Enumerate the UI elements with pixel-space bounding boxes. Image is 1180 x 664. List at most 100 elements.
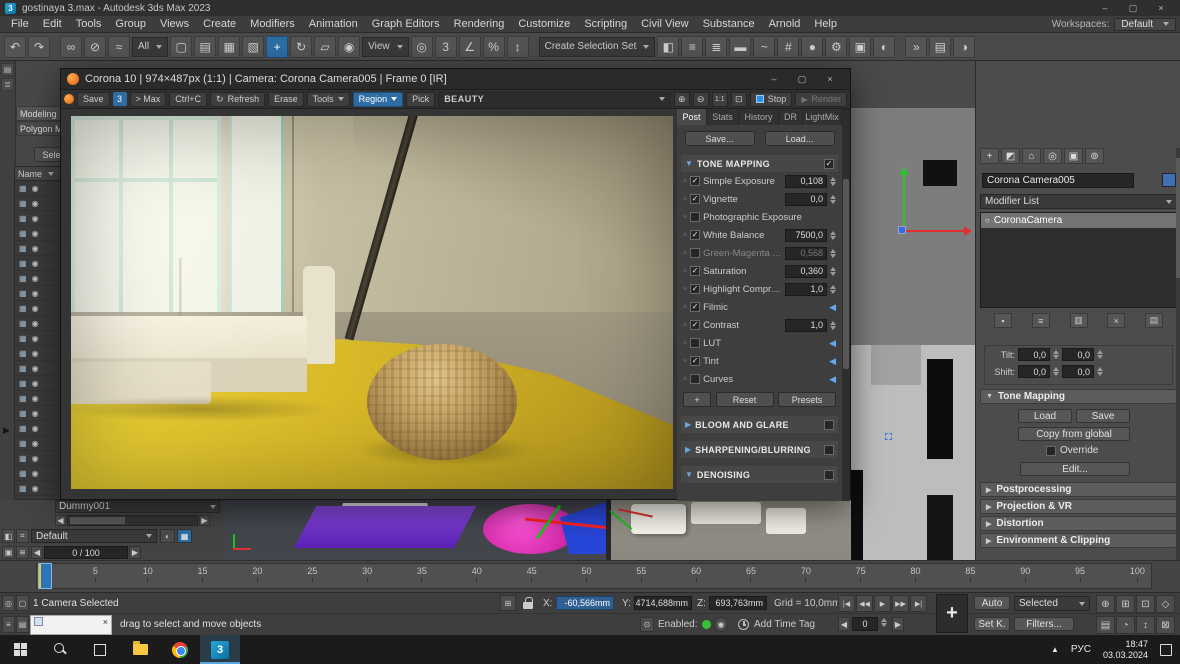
vfb-menu-icon[interactable] <box>64 94 74 104</box>
shift-x-field[interactable]: 0,0 <box>1018 365 1050 378</box>
vfb-history-slot-badge[interactable]: 3 <box>113 92 127 106</box>
scene-explorer-toggle-icon[interactable]: ▤ <box>929 36 951 58</box>
pin-stack-icon[interactable]: ▪ <box>994 313 1012 328</box>
section-checkbox[interactable] <box>824 445 834 455</box>
select-and-place-icon[interactable]: ◉ <box>338 36 360 58</box>
vfb-panel-scrollbar[interactable] <box>842 109 850 501</box>
visibility-eye-icon[interactable]: ◉ <box>32 244 39 253</box>
tilt-y-field[interactable]: 0,0 <box>1062 348 1094 361</box>
select-by-name-icon[interactable]: ▤ <box>194 36 216 58</box>
zoom-all-icon[interactable]: ⊞ <box>1116 595 1135 613</box>
vignette-value-field[interactable]: 0,0 <box>785 193 827 206</box>
vfb-copy-button[interactable]: Ctrl+C <box>169 92 207 107</box>
modifier-list-dropdown[interactable]: Modifier List <box>980 194 1177 209</box>
timeline-ruler[interactable]: 0510152025303540455055606570758085909510… <box>36 563 1152 589</box>
spinner[interactable] <box>1053 350 1059 359</box>
vfb-tools-dropdown[interactable]: Tools <box>307 92 350 107</box>
green-magenta-tint-checkbox[interactable] <box>690 248 700 258</box>
visibility-eye-icon[interactable]: ◉ <box>32 319 39 328</box>
menu-file[interactable]: File <box>4 17 36 31</box>
tone-row-highlight-compression[interactable]: ≡Highlight Compression1,0 <box>681 280 838 298</box>
render-iterative-icon[interactable]: ◑ <box>953 36 975 58</box>
visibility-eye-icon[interactable]: ◉ <box>32 304 39 313</box>
edit-button[interactable]: Edit... <box>1020 462 1130 476</box>
tilt-x-field[interactable]: 0,0 <box>1018 348 1050 361</box>
command-panel-scrollbar[interactable] <box>1176 148 1180 560</box>
keys-mini-icon[interactable]: ≋ <box>16 546 29 559</box>
vfb-refresh-button[interactable]: ↻Refresh <box>210 92 265 107</box>
search-button[interactable] <box>40 635 80 664</box>
reset-button[interactable]: Reset <box>716 392 774 407</box>
scroll-left-button[interactable]: ◀ <box>55 515 66 526</box>
spinner[interactable] <box>1097 350 1103 359</box>
vfb-config-load-button[interactable]: Load... <box>765 131 835 146</box>
rollout-postprocessing[interactable]: ▶Postprocessing <box>980 482 1177 497</box>
collapse-arrow-icon[interactable]: ▼ <box>685 159 693 168</box>
drag-handle-icon[interactable]: ≡ <box>683 250 687 257</box>
frame-range-field[interactable]: 0 / 100 <box>44 546 128 559</box>
timeline-tick-50[interactable]: 50 <box>581 566 591 588</box>
value-spinner[interactable] <box>830 285 836 294</box>
menu-edit[interactable]: Edit <box>36 17 69 31</box>
select-object-icon[interactable]: ▢ <box>170 36 192 58</box>
absolute-mode-toggle-icon[interactable]: ⊞ <box>500 595 516 611</box>
visibility-eye-icon[interactable]: ◉ <box>32 394 39 403</box>
select-and-link-icon[interactable]: ∞ <box>60 36 82 58</box>
expander-arrow-icon[interactable]: ◀ <box>829 356 836 367</box>
file-explorer-button[interactable] <box>120 635 160 664</box>
timeline-tick-95[interactable]: 95 <box>1075 566 1085 588</box>
set-key-button[interactable]: Set K. <box>974 617 1010 631</box>
key-filters-selected-dropdown[interactable]: Selected <box>1014 596 1090 611</box>
show-end-result-icon[interactable]: ≡ <box>1032 313 1050 328</box>
vfb-config-save-button[interactable]: Save... <box>685 131 755 146</box>
value-spinner[interactable] <box>830 267 836 276</box>
display-tab-icon[interactable]: ▣ <box>1064 148 1083 164</box>
menu-help[interactable]: Help <box>807 17 844 31</box>
timeline-tick-75[interactable]: 75 <box>856 566 866 588</box>
vfb-close-button[interactable]: × <box>816 72 844 86</box>
expand-arrow-icon[interactable]: ▶ <box>685 420 691 429</box>
unlink-selection-icon[interactable]: ⊘ <box>84 36 106 58</box>
remove-modifier-icon[interactable]: × <box>1107 313 1125 328</box>
default-set-dropdown[interactable]: Default <box>31 529 157 543</box>
lut-checkbox[interactable] <box>690 338 700 348</box>
saturation-value-field[interactable]: 0,360 <box>785 265 827 278</box>
visibility-eye-icon[interactable]: ◉ <box>32 409 39 418</box>
tone-row-lut[interactable]: ≡LUT◀ <box>681 334 838 352</box>
track-selection-row[interactable]: Dummy001 <box>55 500 220 513</box>
rollout-distortion[interactable]: ▶Distortion <box>980 516 1177 531</box>
vfb-minimize-button[interactable]: – <box>760 72 788 86</box>
section-checkbox[interactable] <box>824 470 834 480</box>
auto-key-button[interactable]: Auto <box>974 596 1010 610</box>
vfb-pick-button[interactable]: Pick <box>406 92 435 107</box>
drag-handle-icon[interactable]: ≡ <box>683 304 687 311</box>
percent-snap-icon[interactable]: % <box>483 36 505 58</box>
key-filters-button[interactable]: Filters... <box>1014 617 1074 631</box>
key-mode-icon[interactable]: ⊙ <box>640 617 654 632</box>
tone-mapping-load-button[interactable]: Load <box>1018 409 1072 423</box>
schematic-view-icon[interactable]: # <box>777 36 799 58</box>
highlight-compression-value-field[interactable]: 1,0 <box>785 283 827 296</box>
vfb-title-bar[interactable]: Corona 10 | 974×487px (1:1) | Camera: Co… <box>61 69 850 90</box>
timeline-tick-70[interactable]: 70 <box>801 566 811 588</box>
selection-lock-mini-icon[interactable]: ▢ <box>16 595 29 611</box>
drag-handle-icon[interactable]: ≡ <box>683 322 687 329</box>
vfb-save-button[interactable]: Save <box>77 92 110 107</box>
render-production-icon[interactable]: ◐ <box>873 36 895 58</box>
range-left-button[interactable]: ◀ <box>31 546 43 559</box>
hierarchy-tab-icon[interactable]: ⌂ <box>1022 148 1041 164</box>
utilities-tab-icon[interactable]: ⊚ <box>1085 148 1104 164</box>
zoom-extents-icon[interactable]: ⊡ <box>1136 595 1155 613</box>
menu-create[interactable]: Create <box>196 17 243 31</box>
tone-row-vignette[interactable]: ≡Vignette0,0 <box>681 190 838 208</box>
make-unique-icon[interactable]: ▥ <box>1070 313 1088 328</box>
drag-handle-icon[interactable]: ≡ <box>683 340 687 347</box>
gizmo-y-axis[interactable] <box>903 173 905 231</box>
notification-center-icon[interactable] <box>1160 644 1172 656</box>
expander-arrow-icon[interactable]: ◀ <box>829 338 836 349</box>
timeline-tick-55[interactable]: 55 <box>636 566 646 588</box>
visibility-eye-icon[interactable]: ◉ <box>32 364 39 373</box>
pan-icon[interactable]: ▤ <box>1096 616 1115 634</box>
isolate-selection-icon[interactable]: ◎ <box>2 595 15 611</box>
object-color-swatch[interactable] <box>1162 173 1176 187</box>
